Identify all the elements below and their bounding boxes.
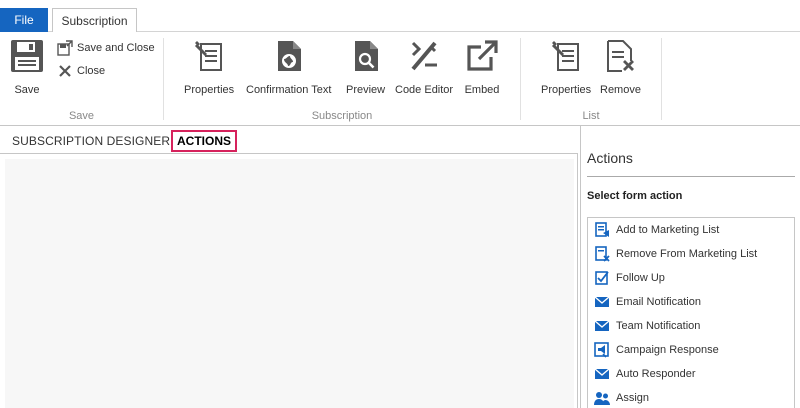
- designer-canvas[interactable]: [5, 159, 574, 408]
- envelope-icon: [594, 366, 610, 382]
- preview-label: Preview: [346, 84, 386, 96]
- list-properties-button[interactable]: Properties: [541, 36, 591, 96]
- close-button[interactable]: Close: [57, 63, 105, 79]
- action-label: Auto Responder: [616, 368, 696, 380]
- properties-button[interactable]: Properties: [184, 36, 234, 96]
- action-follow-up[interactable]: Follow Up: [588, 266, 794, 290]
- action-label: Email Notification: [616, 296, 701, 308]
- panel-title: Actions: [587, 150, 633, 166]
- action-label: Team Notification: [616, 320, 701, 332]
- save-and-close-label: Save and Close: [77, 42, 155, 54]
- subscription-group: Properties Confirmation Text Preview Cod…: [164, 32, 520, 126]
- close-label: Close: [77, 65, 106, 77]
- preview-button[interactable]: Preview: [346, 36, 385, 96]
- remove-from-list-icon: [594, 246, 610, 262]
- embed-button[interactable]: Embed: [464, 36, 500, 96]
- action-label: Remove From Marketing List: [616, 248, 758, 260]
- properties-label: Properties: [184, 84, 235, 96]
- remove-label: Remove: [600, 84, 641, 96]
- action-assign[interactable]: Assign: [588, 386, 794, 408]
- action-add-to-marketing-list[interactable]: Add to Marketing List: [588, 218, 794, 242]
- users-icon: [594, 390, 610, 406]
- code-editor-icon: [406, 36, 442, 76]
- preview-icon: [348, 36, 384, 76]
- actions-panel: Actions Select form action Add to Market…: [580, 126, 800, 408]
- floppy-disk-icon: [9, 36, 45, 76]
- code-editor-button[interactable]: Code Editor: [395, 36, 453, 96]
- checkbox-icon: [594, 270, 610, 286]
- save-and-close-button[interactable]: Save and Close: [57, 40, 155, 56]
- remove-document-icon: [602, 36, 638, 76]
- code-editor-label: Code Editor: [395, 84, 454, 96]
- embed-icon: [464, 36, 500, 76]
- panel-subtitle: Select form action: [587, 190, 683, 202]
- envelope-icon: [594, 294, 610, 310]
- ribbon-tab-strip: File Subscription: [0, 0, 800, 33]
- properties-icon: [191, 36, 227, 76]
- add-to-list-icon: [594, 222, 610, 238]
- tab-subscription-designer[interactable]: SUBSCRIPTION DESIGNER: [12, 130, 170, 152]
- action-email-notification[interactable]: Email Notification: [588, 290, 794, 314]
- list-group-label: List: [582, 110, 600, 122]
- confirmation-text-icon: [271, 36, 307, 76]
- action-label: Add to Marketing List: [616, 224, 720, 236]
- action-remove-from-marketing-list[interactable]: Remove From Marketing List: [588, 242, 794, 266]
- list-group: Properties Remove List: [521, 32, 661, 126]
- save-group: Save Save and Close Close Save: [0, 32, 163, 126]
- embed-label: Embed: [464, 84, 500, 96]
- tab-file[interactable]: File: [0, 8, 48, 32]
- properties-icon: [548, 36, 584, 76]
- confirmation-text-label: Confirmation Text: [246, 84, 332, 96]
- tab-subscription[interactable]: Subscription: [52, 8, 137, 33]
- action-label: Campaign Response: [616, 344, 719, 356]
- confirmation-text-button[interactable]: Confirmation Text: [246, 36, 331, 96]
- divider: [587, 176, 795, 177]
- action-label: Assign: [616, 392, 650, 404]
- envelope-icon: [594, 318, 610, 334]
- tab-actions[interactable]: ACTIONS: [171, 130, 237, 152]
- subscription-group-label: Subscription: [311, 110, 373, 122]
- close-icon: [57, 63, 73, 79]
- remove-button[interactable]: Remove: [600, 36, 641, 96]
- list-properties-label: Properties: [541, 84, 592, 96]
- campaign-response-icon: [594, 342, 610, 358]
- designer-canvas-frame: [0, 153, 578, 408]
- action-list: Add to Marketing List Remove From Market…: [587, 217, 795, 408]
- save-group-label: Save: [68, 110, 95, 122]
- group-separator: [661, 38, 662, 120]
- designer-tab-bar: SUBSCRIPTION DESIGNER ACTIONS: [0, 126, 580, 154]
- save-button[interactable]: Save: [9, 36, 45, 96]
- save-close-icon: [57, 40, 73, 56]
- action-team-notification[interactable]: Team Notification: [588, 314, 794, 338]
- action-auto-responder[interactable]: Auto Responder: [588, 362, 794, 386]
- save-label: Save: [14, 84, 40, 96]
- action-campaign-response[interactable]: Campaign Response: [588, 338, 794, 362]
- ribbon: Save Save and Close Close Save Propertie…: [0, 32, 800, 126]
- action-label: Follow Up: [616, 272, 665, 284]
